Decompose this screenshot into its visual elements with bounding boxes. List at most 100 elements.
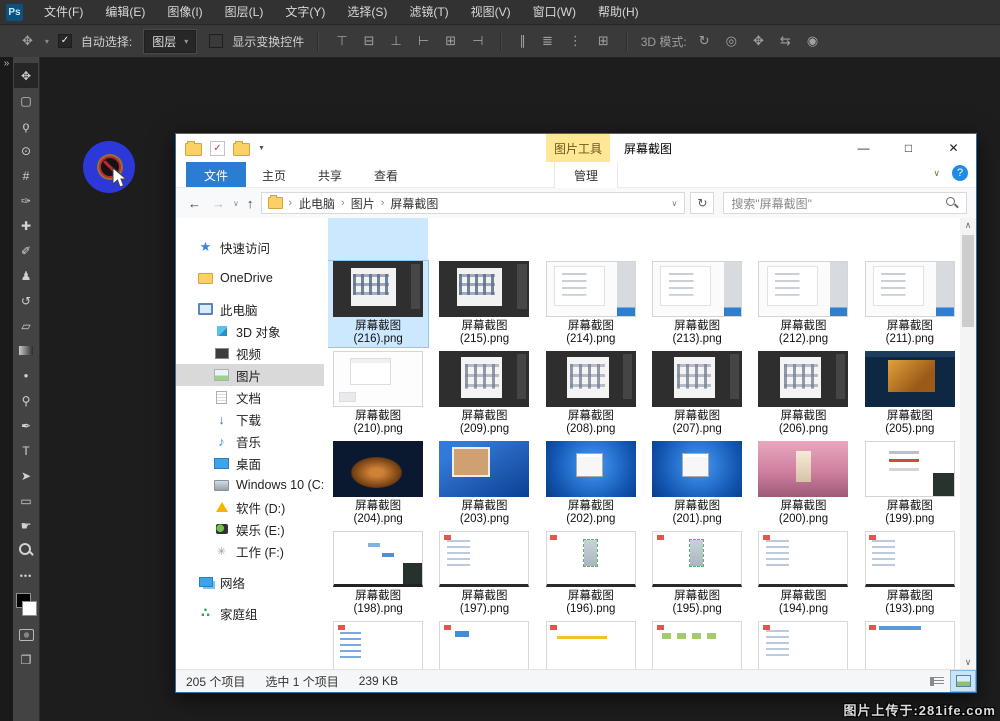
3d-mode-icon[interactable]: ↻ bbox=[691, 33, 718, 49]
screen-mode[interactable]: ❐ bbox=[14, 647, 38, 672]
file-item[interactable] bbox=[328, 621, 428, 670]
pen-tool[interactable]: ✒ bbox=[14, 413, 38, 438]
file-item[interactable] bbox=[753, 621, 853, 670]
align-icon[interactable]: ⊣ bbox=[464, 33, 491, 49]
menubar-item[interactable]: 窗口(W) bbox=[522, 0, 587, 24]
menubar-item[interactable]: 选择(S) bbox=[336, 0, 398, 24]
align-icon[interactable]: ⊟ bbox=[356, 33, 383, 49]
breadcrumb-item[interactable]: 图片 bbox=[345, 195, 381, 212]
file-item[interactable]: 屏幕截图(205).png bbox=[860, 351, 960, 437]
file-item[interactable]: 屏幕截图(196).png bbox=[541, 531, 641, 617]
tab-home[interactable]: 主页 bbox=[246, 162, 302, 187]
file-item[interactable]: 屏幕截图(210).png bbox=[328, 351, 428, 437]
file-item[interactable]: 屏幕截图(211).png bbox=[860, 261, 960, 347]
sidebar-item-music[interactable]: 音乐 bbox=[176, 430, 324, 452]
qat-customize-icon[interactable] bbox=[258, 145, 265, 152]
file-item[interactable]: 屏幕截图(209).png bbox=[434, 351, 534, 437]
file-item[interactable]: 屏幕截图(201).png bbox=[647, 441, 747, 527]
file-item[interactable]: 屏幕截图(212).png bbox=[753, 261, 853, 347]
toolbar-more[interactable]: ••• bbox=[14, 563, 38, 588]
search-icon[interactable] bbox=[945, 196, 959, 210]
quick-mask-mode[interactable] bbox=[14, 622, 38, 647]
file-item[interactable]: 屏幕截图(216).png bbox=[328, 261, 428, 347]
align-icon[interactable]: ⊢ bbox=[410, 33, 437, 49]
distribute-icon[interactable]: ≣ bbox=[534, 33, 561, 49]
file-item[interactable]: 屏幕截图(208).png bbox=[541, 351, 641, 437]
color-swatches[interactable] bbox=[14, 592, 38, 622]
sidebar-item-videos[interactable]: 视频 bbox=[176, 342, 324, 364]
sidebar-item-downloads[interactable]: 下载 bbox=[176, 408, 324, 430]
sidebar-item-documents[interactable]: 文档 bbox=[176, 386, 324, 408]
menubar-item[interactable]: 图层(L) bbox=[214, 0, 275, 24]
menubar-item[interactable]: 文件(F) bbox=[33, 0, 94, 24]
dodge-tool[interactable]: ⚲ bbox=[14, 388, 38, 413]
back-button[interactable]: ← bbox=[185, 196, 204, 211]
sidebar-item-this-pc[interactable]: 此电脑 bbox=[176, 298, 324, 320]
thumbnails-view-button[interactable] bbox=[950, 670, 976, 692]
move-tool[interactable]: ✥ bbox=[14, 63, 38, 88]
distribute-icon[interactable]: ∥ bbox=[511, 33, 534, 49]
ribbon-collapse-icon[interactable]: ∨ bbox=[933, 168, 940, 179]
recent-locations-icon[interactable]: ∨ bbox=[233, 199, 239, 208]
crop-tool[interactable]: # bbox=[14, 163, 38, 188]
sidebar-item-homegroup[interactable]: 家庭组 bbox=[176, 602, 324, 624]
eyedropper-tool[interactable]: ✑ bbox=[14, 188, 38, 213]
sidebar-item-quick-access[interactable]: 快速访问 bbox=[176, 236, 324, 258]
sidebar-item-drive-e[interactable]: 娱乐 (E:) bbox=[176, 518, 324, 540]
sidebar-item-3d-objects[interactable]: 3D 对象 bbox=[176, 320, 324, 342]
sidebar-item-drive-f[interactable]: 工作 (F:) bbox=[176, 540, 324, 562]
menubar-item[interactable]: 视图(V) bbox=[460, 0, 522, 24]
qat-new-folder-icon[interactable] bbox=[233, 143, 250, 156]
file-item[interactable] bbox=[541, 621, 641, 670]
forward-button[interactable]: → bbox=[209, 196, 228, 211]
distribute-icon[interactable]: ⋮ bbox=[561, 33, 590, 49]
blur-tool[interactable]: ● bbox=[14, 363, 38, 388]
breadcrumb-item[interactable]: 屏幕截图 bbox=[384, 195, 444, 212]
tab-manage[interactable]: 管理 bbox=[554, 162, 618, 188]
3d-mode-icon[interactable]: ✥ bbox=[745, 33, 772, 49]
maximize-button[interactable]: □ bbox=[886, 134, 931, 162]
file-item[interactable]: 屏幕截图(213).png bbox=[647, 261, 747, 347]
qat-properties-icon[interactable] bbox=[210, 141, 225, 156]
scroll-up-icon[interactable]: ∧ bbox=[965, 218, 972, 233]
file-item[interactable]: 屏幕截图(203).png bbox=[434, 441, 534, 527]
menubar-item[interactable]: 帮助(H) bbox=[587, 0, 650, 24]
help-icon[interactable] bbox=[952, 165, 968, 181]
chevron-down-icon[interactable]: ▾ bbox=[45, 37, 49, 46]
show-transform-checkbox[interactable] bbox=[209, 34, 223, 48]
3d-mode-icon[interactable]: ◉ bbox=[799, 33, 826, 49]
file-item[interactable]: 屏幕截图(197).png bbox=[434, 531, 534, 617]
file-item[interactable] bbox=[647, 621, 747, 670]
minimize-button[interactable]: — bbox=[841, 134, 886, 162]
path-select-tool[interactable]: ➤ bbox=[14, 463, 38, 488]
brush-tool[interactable]: ✐ bbox=[14, 238, 38, 263]
sidebar-item-pictures[interactable]: 图片 bbox=[176, 364, 324, 386]
file-item[interactable]: 屏幕截图(204).png bbox=[328, 441, 428, 527]
shape-tool[interactable]: ▭ bbox=[14, 488, 38, 513]
tab-file[interactable]: 文件 bbox=[186, 162, 246, 187]
auto-select-checkbox[interactable]: ✓ bbox=[58, 34, 72, 48]
move-tool-icon[interactable]: ✥ bbox=[14, 33, 41, 49]
file-item[interactable] bbox=[434, 621, 534, 670]
sidebar-item-network[interactable]: 网络 bbox=[176, 571, 324, 593]
breadcrumb-item[interactable]: 此电脑 bbox=[293, 195, 341, 212]
distribute-icon[interactable]: ⊞ bbox=[590, 33, 617, 49]
menubar-item[interactable]: 滤镜(T) bbox=[398, 0, 459, 24]
file-item[interactable]: 屏幕截图(193).png bbox=[860, 531, 960, 617]
quick-select-tool[interactable]: ⊙ bbox=[14, 138, 38, 163]
lasso-tool[interactable]: ϙ bbox=[14, 113, 38, 138]
file-item[interactable]: 屏幕截图(202).png bbox=[541, 441, 641, 527]
clone-stamp-tool[interactable]: ♟ bbox=[14, 263, 38, 288]
healing-brush-tool[interactable]: ✚ bbox=[14, 213, 38, 238]
address-dropdown-icon[interactable]: ∨ bbox=[672, 199, 681, 208]
3d-mode-icon[interactable]: ◎ bbox=[718, 33, 745, 49]
sidebar-item-drive-d[interactable]: 软件 (D:) bbox=[176, 496, 324, 518]
vertical-scrollbar[interactable]: ∧ ∨ bbox=[960, 218, 976, 670]
search-input[interactable]: 搜索"屏幕截图" bbox=[723, 192, 967, 214]
menubar-item[interactable]: 编辑(E) bbox=[94, 0, 156, 24]
file-item[interactable]: 屏幕截图(198).png bbox=[328, 531, 428, 617]
file-item[interactable]: 屏幕截图(214).png bbox=[541, 261, 641, 347]
marquee-tool[interactable]: ▢ bbox=[14, 88, 38, 113]
menubar-item[interactable]: 文字(Y) bbox=[274, 0, 336, 24]
align-icon[interactable]: ⊞ bbox=[437, 33, 464, 49]
